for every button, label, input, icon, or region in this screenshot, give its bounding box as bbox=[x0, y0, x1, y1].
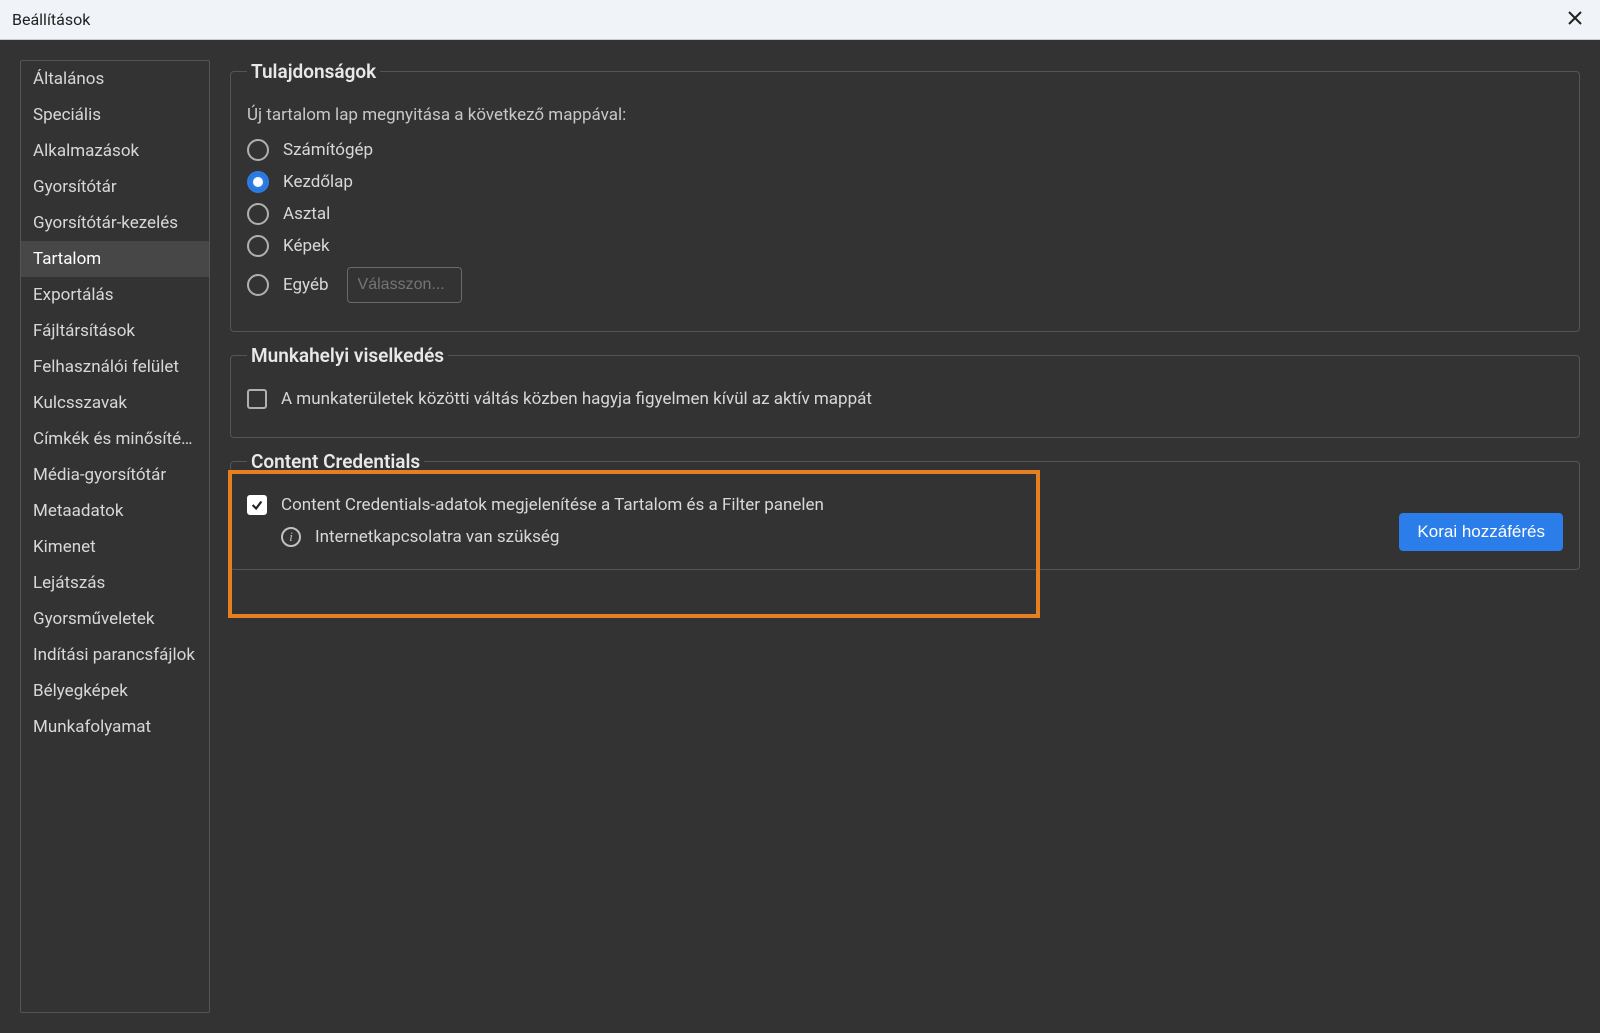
radio-button[interactable] bbox=[247, 235, 269, 257]
workplace-checkbox[interactable] bbox=[247, 389, 267, 409]
sidebar-item[interactable]: Kulcsszavak bbox=[21, 385, 209, 421]
radio-row[interactable]: Számítógép bbox=[247, 139, 1563, 161]
radio-label: Asztal bbox=[283, 204, 330, 224]
properties-group: Tulajdonságok Új tartalom lap megnyitása… bbox=[230, 60, 1580, 332]
radio-label: Kezdőlap bbox=[283, 172, 353, 192]
properties-legend: Tulajdonságok bbox=[247, 60, 380, 83]
content-credentials-group: Content Credentials Content Credentials-… bbox=[230, 450, 1580, 570]
radio-label: Képek bbox=[283, 236, 330, 256]
info-icon: i bbox=[281, 527, 301, 547]
sidebar-item[interactable]: Lejátszás bbox=[21, 565, 209, 601]
sidebar-item[interactable]: Gyorsműveletek bbox=[21, 601, 209, 637]
workplace-checkbox-row[interactable]: A munkaterületek közötti váltás közben h… bbox=[247, 389, 1563, 409]
sidebar-item[interactable]: Tartalom bbox=[21, 241, 209, 277]
other-path-input[interactable] bbox=[347, 267, 462, 303]
radio-row[interactable]: Képek bbox=[247, 235, 1563, 257]
cc-info-row: i Internetkapcsolatra van szükség bbox=[281, 527, 1563, 547]
workplace-group: Munkahelyi viselkedés A munkaterületek k… bbox=[230, 344, 1580, 438]
sidebar-item[interactable]: Exportálás bbox=[21, 277, 209, 313]
sidebar-item[interactable]: Általános bbox=[21, 61, 209, 97]
sidebar-item[interactable]: Gyorsítótár bbox=[21, 169, 209, 205]
close-icon[interactable] bbox=[1562, 5, 1588, 34]
sidebar: ÁltalánosSpeciálisAlkalmazásokGyorsítótá… bbox=[20, 60, 210, 1013]
sidebar-item[interactable]: Média-gyorsítótár bbox=[21, 457, 209, 493]
radio-button[interactable] bbox=[247, 139, 269, 161]
radio-button[interactable] bbox=[247, 203, 269, 225]
sidebar-item[interactable]: Kimenet bbox=[21, 529, 209, 565]
sidebar-item[interactable]: Munkafolyamat bbox=[21, 709, 209, 745]
radio-row[interactable]: Kezdőlap bbox=[247, 171, 1563, 193]
radio-button[interactable] bbox=[247, 274, 269, 296]
sidebar-item[interactable]: Alkalmazások bbox=[21, 133, 209, 169]
content-credentials-legend: Content Credentials bbox=[247, 450, 424, 473]
main-panel: Tulajdonságok Új tartalom lap megnyitása… bbox=[230, 60, 1580, 1013]
radio-row[interactable]: Egyéb bbox=[247, 267, 1563, 303]
sidebar-item[interactable]: Speciális bbox=[21, 97, 209, 133]
content-area: ÁltalánosSpeciálisAlkalmazásokGyorsítótá… bbox=[0, 40, 1600, 1033]
sidebar-item[interactable]: Címkék és minősítések bbox=[21, 421, 209, 457]
titlebar: Beállítások bbox=[0, 0, 1600, 40]
properties-description: Új tartalom lap megnyitása a következő m… bbox=[247, 105, 1563, 125]
sidebar-item[interactable]: Gyorsítótár-kezelés bbox=[21, 205, 209, 241]
sidebar-item[interactable]: Metaadatok bbox=[21, 493, 209, 529]
sidebar-item[interactable]: Felhasználói felület bbox=[21, 349, 209, 385]
sidebar-item[interactable]: Bélyegképek bbox=[21, 673, 209, 709]
radio-label: Egyéb bbox=[283, 275, 329, 295]
radio-row[interactable]: Asztal bbox=[247, 203, 1563, 225]
cc-checkbox-label: Content Credentials-adatok megjelenítése… bbox=[281, 495, 824, 515]
cc-checkbox[interactable] bbox=[247, 495, 267, 515]
sidebar-item[interactable]: Fájltársítások bbox=[21, 313, 209, 349]
cc-checkbox-row[interactable]: Content Credentials-adatok megjelenítése… bbox=[247, 495, 1563, 515]
sidebar-item[interactable]: Indítási parancsfájlok bbox=[21, 637, 209, 673]
workplace-legend: Munkahelyi viselkedés bbox=[247, 344, 448, 367]
window-title: Beállítások bbox=[12, 10, 90, 29]
radio-button[interactable] bbox=[247, 171, 269, 193]
cc-info-text: Internetkapcsolatra van szükség bbox=[315, 527, 559, 547]
workplace-checkbox-label: A munkaterületek közötti váltás közben h… bbox=[281, 389, 872, 409]
early-access-button[interactable]: Korai hozzáférés bbox=[1399, 513, 1563, 551]
radio-label: Számítógép bbox=[283, 140, 373, 160]
